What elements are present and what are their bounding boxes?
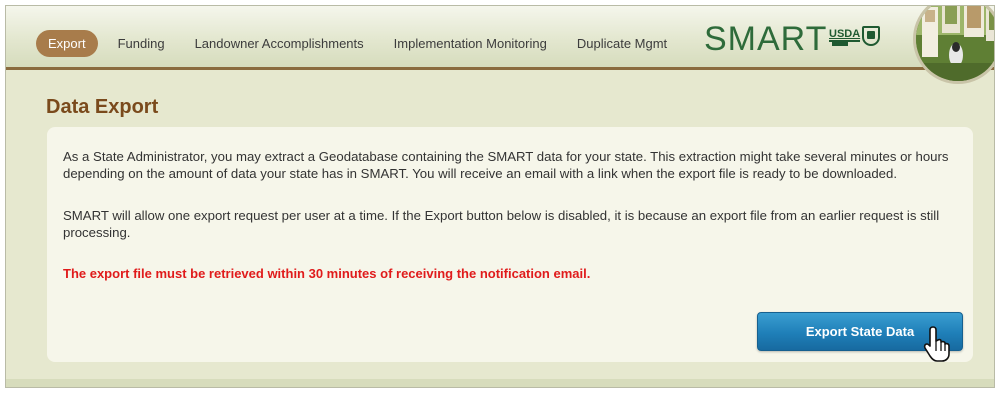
tab-implementation-monitoring[interactable]: Implementation Monitoring — [380, 30, 561, 57]
wildlife-photo-image — [916, 6, 994, 81]
page-title: Data Export — [46, 96, 159, 118]
usda-logo-mark — [832, 42, 848, 46]
retrieval-warning-text: The export file must be retrieved within… — [63, 266, 591, 281]
tab-funding[interactable]: Funding — [104, 30, 179, 57]
tab-duplicate-mgmt[interactable]: Duplicate Mgmt — [563, 30, 681, 57]
export-description-paragraph: As a State Administrator, you may extrac… — [63, 149, 949, 181]
bottom-border-strip — [6, 379, 994, 387]
fws-shield-icon — [862, 26, 880, 46]
export-info-panel: As a State Administrator, you may extrac… — [47, 127, 973, 362]
app-brand-logo: SMART — [704, 20, 828, 58]
tab-landowner-accomplishments[interactable]: Landowner Accomplishments — [181, 30, 378, 57]
export-limit-paragraph: SMART will allow one export request per … — [63, 208, 940, 240]
top-navigation-bar: Export Funding Landowner Accomplishments… — [6, 6, 994, 84]
nav-tabs: Export Funding Landowner Accomplishments… — [36, 30, 683, 57]
hand-pointer-cursor-icon — [923, 326, 950, 362]
app-frame: Export Funding Landowner Accomplishments… — [5, 5, 995, 388]
header-photo-medallion — [913, 6, 994, 84]
tab-export[interactable]: Export — [36, 30, 98, 57]
usda-logo: USDA — [829, 28, 861, 42]
